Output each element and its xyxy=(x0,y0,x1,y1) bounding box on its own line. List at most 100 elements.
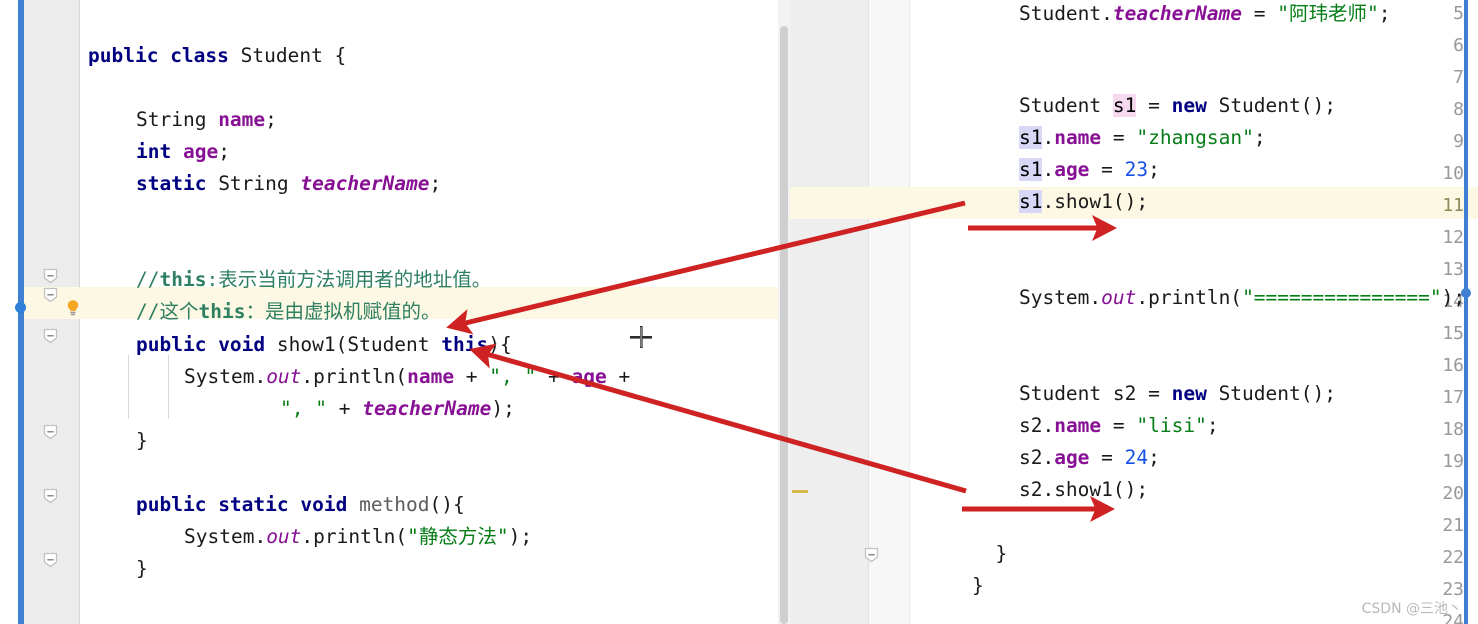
left-editor-pane[interactable]: public class Student {String name; int ag… xyxy=(0,0,778,624)
code-token: = xyxy=(1101,126,1137,149)
code-line[interactable]: public void show1(Student this){ xyxy=(136,329,512,361)
right-fold-marker-icon[interactable] xyxy=(864,547,879,563)
code-line[interactable]: } xyxy=(136,425,148,457)
left-fold-marker-icon[interactable] xyxy=(43,552,58,568)
line-number[interactable]: 12 xyxy=(1404,222,1464,254)
right-pane-blue-border xyxy=(1464,0,1468,624)
line-number[interactable]: 22 xyxy=(1404,542,1464,574)
code-token: = xyxy=(1101,414,1137,437)
code-line[interactable]: Student s2 = new Student(); xyxy=(972,378,1336,410)
code-line[interactable]: public static void method(){ xyxy=(136,489,465,521)
code-token: this xyxy=(198,300,246,323)
line-number[interactable]: 20 xyxy=(1404,478,1464,510)
code-token: name xyxy=(407,365,455,388)
code-line[interactable]: s1.name = "zhangsan"; xyxy=(972,122,1266,154)
code-token: class xyxy=(170,44,241,67)
code-token: ; xyxy=(265,108,277,131)
line-number[interactable]: 21 xyxy=(1404,510,1464,542)
code-line[interactable]: s1.show1(); xyxy=(972,186,1148,218)
code-token: ; xyxy=(1148,446,1160,469)
left-fold-marker-icon[interactable] xyxy=(43,287,58,303)
code-token: "阿玮老师" xyxy=(1277,2,1379,25)
code-line[interactable]: s2.show1(); xyxy=(972,474,1148,506)
code-token: s1 xyxy=(1018,158,1043,181)
code-line[interactable]: ", " + teacherName); xyxy=(280,393,515,425)
right-editor-pane[interactable]: 5 6 7 8 9 10 11 12 13 14 15 16 17 18 19 20 21 22 23 24 Stud… xyxy=(778,0,1478,624)
right-editor-fold-column[interactable] xyxy=(869,0,910,624)
code-token: = xyxy=(1242,2,1278,25)
code-line[interactable]: String name; xyxy=(136,104,277,136)
code-token: . xyxy=(1042,158,1055,181)
code-token: .println( xyxy=(301,365,408,388)
line-number[interactable]: 6 xyxy=(1404,30,1464,62)
code-token: } xyxy=(136,557,148,580)
screenshot-root: public class Student {String name; int ag… xyxy=(0,0,1478,624)
code-token: s2.show1(); xyxy=(1018,478,1149,501)
code-line[interactable]: s2.name = "lisi"; xyxy=(972,410,1219,442)
right-pane-scrollbar-track[interactable] xyxy=(778,0,790,624)
code-token: out xyxy=(1101,286,1137,309)
line-number[interactable]: 7 xyxy=(1404,62,1464,94)
right-editor-line-number-gutter[interactable] xyxy=(790,0,868,624)
code-token: Student xyxy=(1018,94,1113,117)
code-line[interactable]: System.out.println("==============="); xyxy=(972,282,1465,314)
line-number[interactable]: 16 xyxy=(1404,350,1464,382)
code-token: Student(); xyxy=(1218,382,1336,405)
right-pane-scrollbar-thumb[interactable] xyxy=(780,26,788,624)
line-number[interactable]: 18 xyxy=(1404,414,1464,446)
left-rail-blue-dot-marker[interactable] xyxy=(15,302,26,313)
left-fold-marker-icon[interactable] xyxy=(43,268,58,284)
mouse-crosshair-cursor xyxy=(630,326,652,348)
code-line[interactable]: Student s1 = new Student(); xyxy=(972,90,1336,122)
code-token: + xyxy=(536,365,572,388)
line-number[interactable]: 11 xyxy=(1404,190,1464,222)
code-line[interactable]: int age; xyxy=(136,136,230,168)
code-line[interactable]: s2.age = 24; xyxy=(972,442,1160,474)
code-token: } xyxy=(972,574,984,597)
code-token: + xyxy=(454,365,490,388)
code-token: age xyxy=(182,140,219,163)
code-token: public xyxy=(136,333,219,356)
code-token: this xyxy=(441,333,489,356)
line-number[interactable]: 8 xyxy=(1404,94,1464,126)
code-line[interactable]: public class Student { xyxy=(88,40,346,72)
line-number[interactable]: 19 xyxy=(1404,446,1464,478)
code-token: out xyxy=(266,525,302,548)
code-line[interactable]: //这个this：是由虚拟机赋值的。 xyxy=(136,296,440,328)
line-number[interactable]: 10 xyxy=(1404,158,1464,190)
code-line[interactable]: } xyxy=(972,538,1007,570)
code-token: = xyxy=(1136,94,1172,117)
code-line[interactable]: s1.age = 23; xyxy=(972,154,1160,186)
code-token: void xyxy=(300,493,360,516)
code-token: name xyxy=(218,108,266,131)
code-token: (){ xyxy=(429,493,465,516)
line-number[interactable]: 15 xyxy=(1404,318,1464,350)
code-line[interactable]: System.out.println(name + ", " + age + xyxy=(184,361,630,393)
line-number[interactable]: 9 xyxy=(1404,126,1464,158)
code-line[interactable]: Student.teacherName = "阿玮老师"; xyxy=(972,0,1391,30)
code-line[interactable]: } xyxy=(972,570,984,602)
line-number[interactable]: 17 xyxy=(1404,382,1464,414)
line-number[interactable]: 5 xyxy=(1404,0,1464,30)
code-token: ); xyxy=(491,397,515,420)
left-fold-marker-icon[interactable] xyxy=(43,424,58,440)
left-fold-marker-icon[interactable] xyxy=(43,328,58,344)
code-token: static xyxy=(218,493,301,516)
right-pane-blue-dot-marker xyxy=(1461,288,1471,298)
code-token: static xyxy=(136,172,219,195)
code-line[interactable]: System.out.println("静态方法"); xyxy=(184,521,532,553)
code-line[interactable]: static String teacherName; xyxy=(136,168,441,200)
code-token: ); xyxy=(508,525,533,548)
code-line[interactable]: //this:表示当前方法调用者的地址值。 xyxy=(136,264,491,296)
left-fold-marker-icon[interactable] xyxy=(43,488,58,504)
lightbulb-intention-icon[interactable] xyxy=(64,299,82,317)
code-token: age xyxy=(1054,158,1090,181)
indent-guide xyxy=(128,355,129,419)
code-token: String xyxy=(218,172,301,195)
code-line[interactable]: } xyxy=(136,553,148,585)
